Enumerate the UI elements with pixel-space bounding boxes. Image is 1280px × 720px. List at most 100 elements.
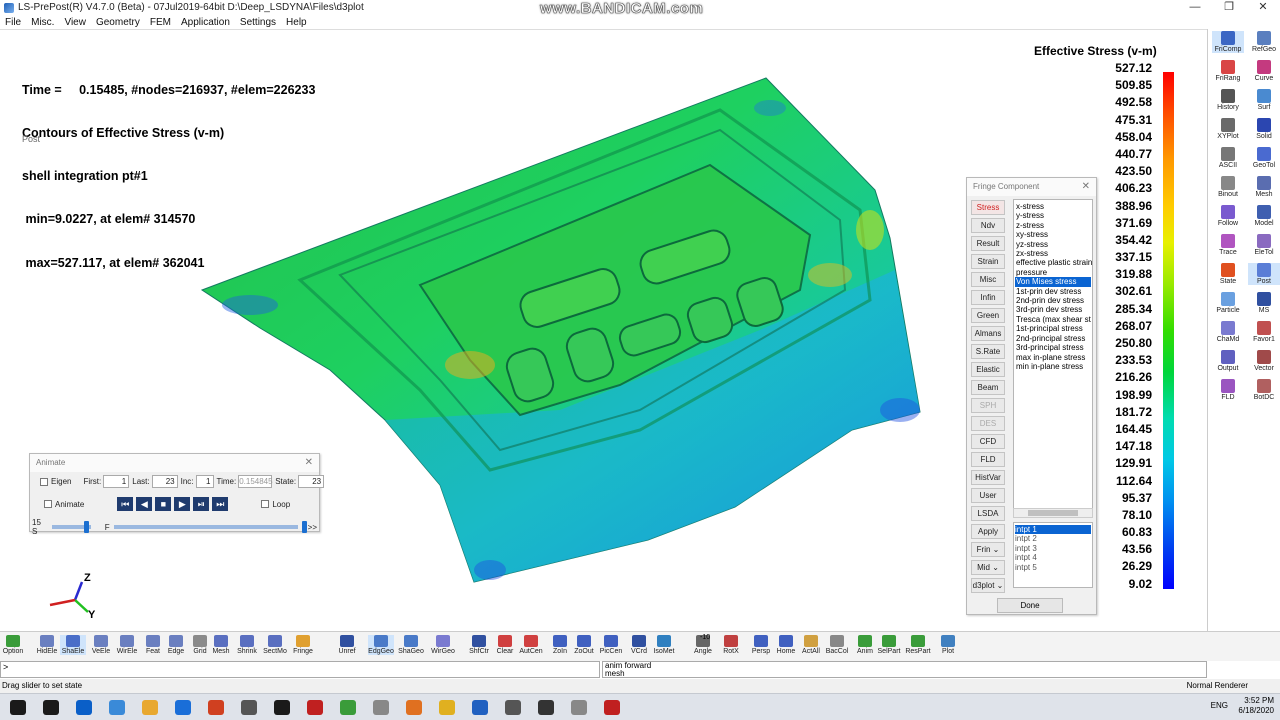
close-icon[interactable]: ✕ — [305, 454, 313, 472]
fringe-button-mid[interactable]: Mid ⌄ — [971, 560, 1005, 575]
menu-help[interactable]: Help — [286, 17, 307, 28]
fringe-button-s-rate[interactable]: S.Rate — [971, 344, 1005, 359]
taskbar-clock[interactable]: 3:52 PM 6/18/2020 — [1238, 696, 1274, 716]
tool-solid[interactable]: Solid — [1248, 118, 1280, 140]
toolbar-shaele[interactable]: ShaEle — [60, 635, 86, 655]
fringe-button-beam[interactable]: Beam — [971, 380, 1005, 395]
toolbar-autcen[interactable]: AutCen — [518, 635, 544, 655]
tool-fld[interactable]: FLD — [1212, 379, 1244, 401]
fringe-button-sph[interactable]: SPH — [971, 398, 1005, 413]
fringe-button-apply[interactable]: Apply — [971, 524, 1005, 539]
fringe-button-fld[interactable]: FLD — [971, 452, 1005, 467]
intpt-item[interactable]: intpt 2 — [1015, 534, 1091, 543]
toolbar-shageo[interactable]: ShaGeo — [398, 635, 424, 655]
taskbar-app-icon[interactable] — [538, 700, 554, 715]
toolbar-vcrd[interactable]: VCrd — [626, 635, 652, 655]
menu-settings[interactable]: Settings — [240, 17, 276, 28]
toolbar-piccen[interactable]: PicCen — [598, 635, 624, 655]
taskbar-app-icon[interactable] — [307, 700, 323, 715]
fringe-button-result[interactable]: Result — [971, 236, 1005, 251]
component-item[interactable]: 1st-prin dev stress — [1015, 287, 1091, 296]
intpt-list[interactable]: intpt 1 intpt 2 intpt 3 intpt 4 intpt 5 — [1013, 522, 1093, 588]
first-frame-icon[interactable]: ⏮ — [117, 497, 134, 511]
post-tree-label[interactable]: Post — [22, 134, 40, 144]
tool-trace[interactable]: Trace — [1212, 234, 1244, 256]
minimize-icon[interactable]: — — [1178, 0, 1212, 15]
tool-follow[interactable]: Follow — [1212, 205, 1244, 227]
toolbar-mesh[interactable]: Mesh — [208, 635, 234, 655]
taskbar-app-icon[interactable] — [76, 700, 92, 715]
menu-misc[interactable]: Misc. — [31, 17, 54, 28]
toolbar-sectmo[interactable]: SectMo — [262, 635, 288, 655]
fringe-button-histvar[interactable]: HistVar — [971, 470, 1005, 485]
component-item[interactable]: 1st-principal stress — [1015, 324, 1091, 333]
time-input[interactable]: 0.154845 — [238, 475, 273, 488]
menu-view[interactable]: View — [64, 17, 86, 28]
component-item[interactable]: xy-stress — [1015, 230, 1091, 239]
last-input[interactable]: 23 — [151, 475, 178, 488]
toolbar-shrink[interactable]: Shrink — [234, 635, 260, 655]
state-input[interactable]: 23 — [298, 475, 325, 488]
state-slider[interactable] — [113, 521, 307, 533]
menu-fem[interactable]: FEM — [150, 17, 171, 28]
tool-refgeo[interactable]: RefGeo — [1248, 31, 1280, 53]
taskbar-app-icon[interactable] — [43, 700, 59, 715]
stop-icon[interactable]: ■ — [155, 497, 172, 511]
taskbar-lang[interactable]: ENG — [1211, 701, 1228, 710]
fringe-button-infin[interactable]: Infin — [971, 290, 1005, 305]
component-item[interactable]: 2nd-principal stress — [1015, 334, 1091, 343]
tool-vector[interactable]: Vector — [1248, 350, 1280, 372]
tool-ms[interactable]: MS — [1248, 292, 1280, 314]
component-item[interactable]: z-stress — [1015, 221, 1091, 230]
intpt-item[interactable]: intpt 3 — [1015, 544, 1091, 553]
fringe-button-green[interactable]: Green — [971, 308, 1005, 323]
tool-frirang[interactable]: FriRang — [1212, 60, 1244, 82]
play-icon[interactable]: ▶ — [174, 497, 191, 511]
fringe-button-misc[interactable]: Misc — [971, 272, 1005, 287]
tool-model[interactable]: Model — [1248, 205, 1280, 227]
toolbar-wirele[interactable]: WirEle — [114, 635, 140, 655]
tool-xyplot[interactable]: XYPlot — [1212, 118, 1244, 140]
component-item[interactable]: effective plastic strain — [1015, 258, 1092, 267]
inc-input[interactable]: 1 — [195, 475, 214, 488]
toolbar-shfctr[interactable]: ShfCtr — [466, 635, 492, 655]
tool-eletol[interactable]: EleTol — [1248, 234, 1280, 256]
fringe-button-stress[interactable]: Stress — [971, 200, 1005, 215]
tool-state[interactable]: State — [1212, 263, 1244, 285]
tool-curve[interactable]: Curve — [1248, 60, 1280, 82]
taskbar-app-icon[interactable] — [472, 700, 488, 715]
intpt-item[interactable]: intpt 5 — [1015, 563, 1091, 572]
toolbar-zoin[interactable]: ZoIn — [547, 635, 573, 655]
restore-icon[interactable]: ❐ — [1212, 0, 1246, 15]
toolbar-anim[interactable]: Anim — [852, 635, 878, 655]
taskbar-app-icon[interactable] — [10, 700, 26, 715]
intpt-item[interactable]: intpt 1 — [1015, 525, 1091, 535]
tool-surf[interactable]: Surf — [1248, 89, 1280, 111]
taskbar-app-icon[interactable] — [142, 700, 158, 715]
fringe-button-elastic[interactable]: Elastic — [971, 362, 1005, 377]
menu-geometry[interactable]: Geometry — [96, 17, 140, 28]
component-item[interactable]: 3rd-prin dev stress — [1015, 305, 1091, 314]
speed-slider[interactable] — [51, 521, 91, 533]
state-slider-handle[interactable] — [301, 521, 307, 533]
fringe-button-strain[interactable]: Strain — [971, 254, 1005, 269]
tool-history[interactable]: History — [1212, 89, 1244, 111]
component-item[interactable]: y-stress — [1015, 211, 1091, 220]
component-item[interactable]: x-stress — [1015, 202, 1091, 211]
first-input[interactable]: 1 — [103, 475, 130, 488]
taskbar-app-icon[interactable] — [505, 700, 521, 715]
toolbar-isomet[interactable]: IsoMet — [651, 635, 677, 655]
tool-ascii[interactable]: ASCII — [1212, 147, 1244, 169]
fringe-button-d3plot[interactable]: d3plot ⌄ — [971, 578, 1005, 593]
eigen-checkbox[interactable] — [40, 477, 48, 486]
toolbar-actall[interactable]: ActAll — [798, 635, 824, 655]
tool-botdc[interactable]: BotDC — [1248, 379, 1280, 401]
taskbar-app-icon[interactable] — [274, 700, 290, 715]
toolbar-edggeo[interactable]: EdgGeo — [368, 635, 394, 655]
loop-checkbox[interactable] — [261, 500, 270, 508]
close-icon[interactable]: ✕ — [1082, 178, 1090, 196]
component-item[interactable]: min in-plane stress — [1015, 362, 1091, 371]
intpt-item[interactable]: intpt 4 — [1015, 553, 1091, 562]
tool-output[interactable]: Output — [1212, 350, 1244, 372]
toolbar-fringe[interactable]: Fringe — [290, 635, 316, 655]
